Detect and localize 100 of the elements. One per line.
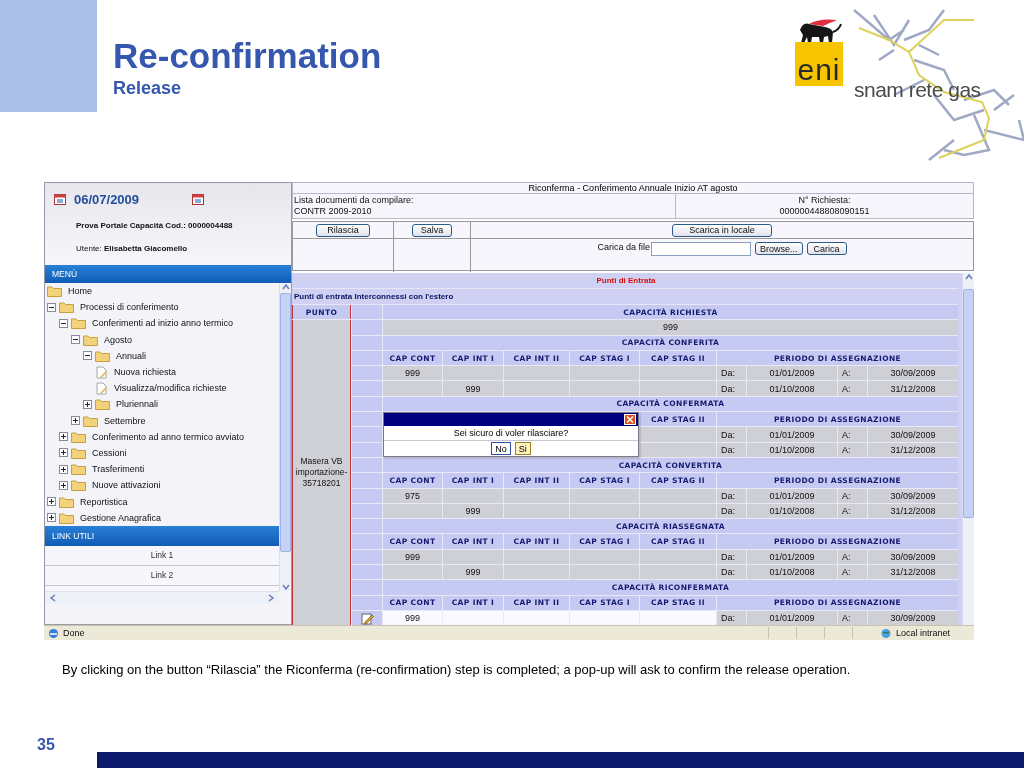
date-cell: 30/09/2009: [868, 610, 958, 626]
cell-label: Da:: [717, 503, 746, 519]
folder-icon: [59, 301, 74, 314]
tree-item[interactable]: Conferimento ad anno termico avviato: [92, 431, 245, 442]
field-label: Carica da file: [597, 242, 650, 253]
expand-icon[interactable]: [59, 464, 68, 474]
load-button[interactable]: Carica: [806, 242, 847, 255]
expand-icon[interactable]: [71, 416, 80, 426]
table-cell: 999: [383, 549, 442, 565]
folder-icon: [59, 495, 74, 508]
edit-icon[interactable]: [360, 611, 374, 625]
expand-icon[interactable]: [59, 432, 68, 442]
folder-icon: [83, 414, 98, 427]
date-cell: 30/09/2009: [868, 488, 958, 503]
expand-icon[interactable]: [59, 448, 68, 458]
file-field[interactable]: [651, 242, 751, 256]
tree-item[interactable]: Conferimenti ad inizio anno termico: [92, 318, 234, 329]
calendar-icon: [192, 193, 204, 205]
cell-label: A:: [838, 427, 867, 442]
point-name: Masera VB importazione-35718201: [294, 456, 349, 490]
date-cell: 31/12/2008: [868, 381, 958, 396]
field-label: N° Richiesta:: [798, 195, 851, 206]
date-cell: 30/09/2009: [868, 427, 958, 442]
date-cell: 01/10/2008: [747, 503, 837, 519]
close-button[interactable]: [624, 414, 636, 426]
page-number: 35: [36, 736, 56, 755]
document-icon: [95, 381, 108, 395]
tree-item[interactable]: Processi di conferimento: [80, 302, 179, 313]
date-cell: 01/01/2009: [747, 549, 837, 565]
date-cell: 30/09/2009: [868, 549, 958, 565]
tree-item[interactable]: Annuali: [116, 350, 147, 361]
cell-label: A:: [838, 610, 867, 626]
release-button[interactable]: Rilascia: [316, 223, 370, 237]
download-button[interactable]: Scarica in locale: [672, 223, 772, 237]
no-button[interactable]: No: [491, 442, 511, 455]
expand-icon[interactable]: [59, 480, 68, 490]
date-cell: 30/09/2009: [868, 366, 958, 381]
section-title: Punti di Entrata: [292, 273, 958, 289]
logo-text: snam rete gas: [854, 78, 981, 102]
cell-label: A:: [838, 442, 867, 457]
status-text: Done: [63, 627, 85, 639]
yes-button[interactable]: Si: [514, 442, 531, 455]
browser-icon: [48, 627, 59, 639]
table-cell: 999: [383, 366, 442, 381]
date-cell: 01/10/2008: [747, 442, 837, 457]
collapse-icon[interactable]: [83, 351, 92, 361]
vertical-scrollbar[interactable]: [962, 273, 974, 626]
empty-cell: [352, 412, 382, 427]
collapse-icon[interactable]: [59, 318, 68, 328]
expand-icon[interactable]: [47, 497, 56, 507]
globe-icon: [879, 627, 892, 639]
tree-item[interactable]: Pluriennali: [116, 399, 159, 410]
folder-icon: [83, 333, 98, 346]
tree-item[interactable]: Nuova richiesta: [114, 367, 177, 378]
caption: By clicking on the button “Rilascia” the Riconferma (re-confirmation) step is completed; a pop-up will ask to confirm the release operation.: [62, 662, 852, 677]
collapse-icon[interactable]: [47, 302, 56, 312]
expand-icon[interactable]: [47, 513, 56, 523]
collapse-icon[interactable]: [71, 335, 80, 345]
tree-item[interactable]: Home: [68, 286, 92, 297]
cell-label: A:: [838, 488, 867, 503]
empty-cell: [352, 442, 382, 457]
page-title: Riconferma - Conferimento Annuale Inizio AT agosto: [292, 182, 974, 194]
table-cell: 999: [443, 503, 503, 519]
save-button[interactable]: Salva: [411, 223, 453, 237]
slide-title: Re-confirmation: [113, 36, 382, 76]
menu-header: MENÙ: [45, 265, 291, 283]
cell-label: Da:: [717, 442, 746, 457]
dialog-message: Sei sicuro di voler rilasciare?: [384, 426, 638, 442]
date-cell: 01/10/2008: [747, 565, 837, 580]
folder-icon: [71, 430, 86, 443]
portal-code: Prova Portale Capacità Cod.: 0000004488: [76, 221, 234, 230]
date-cell: 31/12/2008: [868, 442, 958, 457]
folder-icon: [95, 349, 110, 362]
tree-item[interactable]: Settembre: [104, 415, 146, 426]
cell-label: Da:: [717, 366, 746, 381]
cell-label: Da:: [717, 565, 746, 580]
table-cell: 999: [383, 320, 958, 335]
tree-item[interactable]: Agosto: [104, 334, 133, 345]
tree-item[interactable]: Cessioni: [92, 447, 127, 458]
tree-item[interactable]: Gestione Anagrafica: [80, 512, 162, 523]
cell-label: A:: [838, 565, 867, 580]
cell-label: A:: [838, 381, 867, 396]
cell-label: Da:: [717, 610, 746, 626]
tree-item[interactable]: Trasferimenti: [92, 464, 145, 475]
vertical-scrollbar[interactable]: [279, 283, 291, 591]
folder-icon: [71, 446, 86, 459]
links-header: LINK UTILI: [45, 525, 279, 546]
tree-item[interactable]: Visualizza/modifica richieste: [114, 383, 227, 394]
tree-item[interactable]: Nuove attivazioni: [92, 480, 161, 491]
cell-label: A:: [838, 503, 867, 519]
folder-icon: [71, 463, 86, 476]
field-value: CONTR 2009-2010: [294, 206, 373, 217]
calendar-icon: [54, 193, 66, 205]
expand-icon[interactable]: [83, 399, 92, 409]
horizontal-scrollbar[interactable]: [45, 591, 279, 604]
tree-item[interactable]: Reportistica: [80, 496, 128, 507]
zone-text: Local intranet: [895, 627, 950, 639]
folder-icon: [71, 479, 86, 492]
logo-text: eni: [797, 54, 841, 86]
browse-button[interactable]: Browse...: [755, 242, 803, 255]
